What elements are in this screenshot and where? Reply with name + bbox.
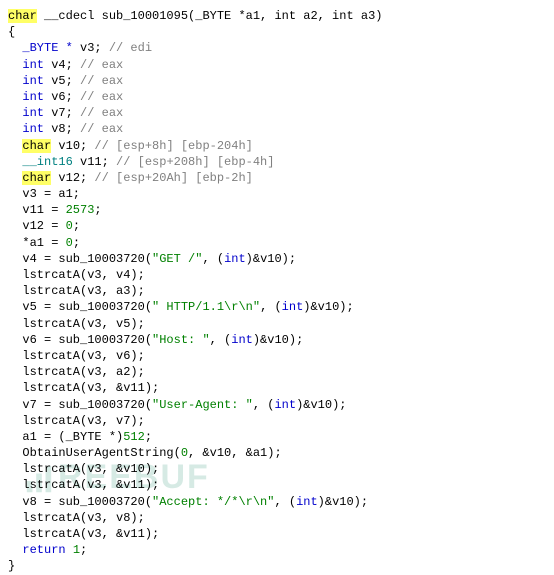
code-block: char __cdecl sub_10001095(_BYTE *a1, int…: [8, 8, 546, 575]
